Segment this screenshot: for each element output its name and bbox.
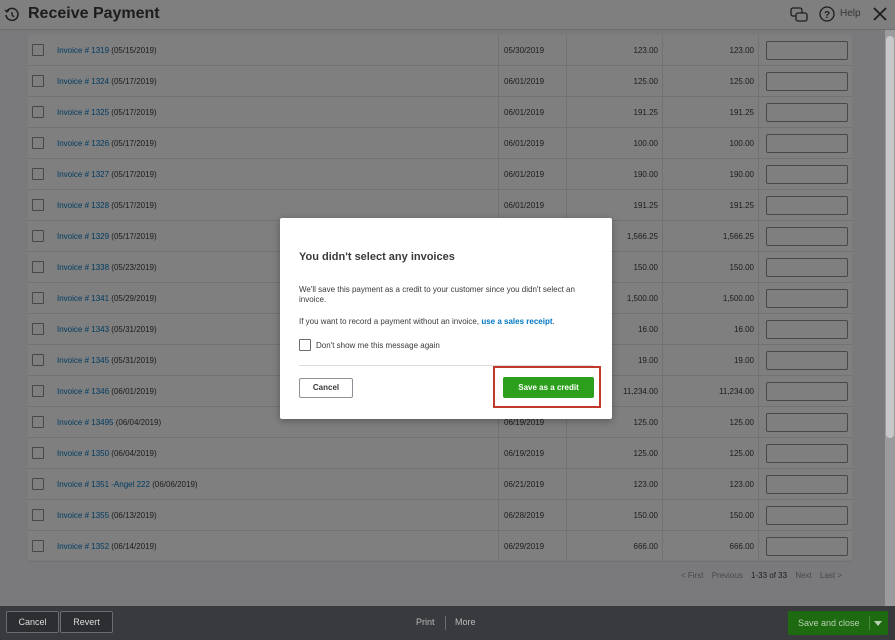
dialog-hint-text: If you want to record a payment without … [299,317,480,326]
chevron-down-icon[interactable] [874,621,882,626]
dont-show-again-label[interactable]: Don't show me this message again [316,341,440,350]
dialog-title: You didn't select any invoices [299,251,455,263]
scrollbar-thumb[interactable] [886,36,894,438]
dialog-hint: If you want to record a payment without … [299,317,555,326]
sales-receipt-link[interactable]: use a sales receipt [481,317,552,326]
footer-divider [445,616,446,630]
split-divider [869,616,870,630]
print-button[interactable]: Print [416,617,435,627]
no-invoices-dialog: You didn't select any invoices We'll sav… [280,218,612,419]
footer-bar: Cancel Revert Print More Save and close [0,606,895,640]
save-and-close-label[interactable]: Save and close [798,611,860,635]
dont-show-again-checkbox[interactable] [299,339,311,351]
dialog-hint-period: . [552,317,555,326]
more-button[interactable]: More [455,617,476,627]
save-and-close-button[interactable]: Save and close [788,611,888,635]
dialog-message: We'll save this payment as a credit to y… [299,285,575,304]
dialog-cancel-button[interactable]: Cancel [299,378,353,398]
revert-button[interactable]: Revert [60,611,113,633]
save-as-credit-button[interactable]: Save as a credit [503,377,594,398]
footer-cancel-button[interactable]: Cancel [6,611,59,633]
